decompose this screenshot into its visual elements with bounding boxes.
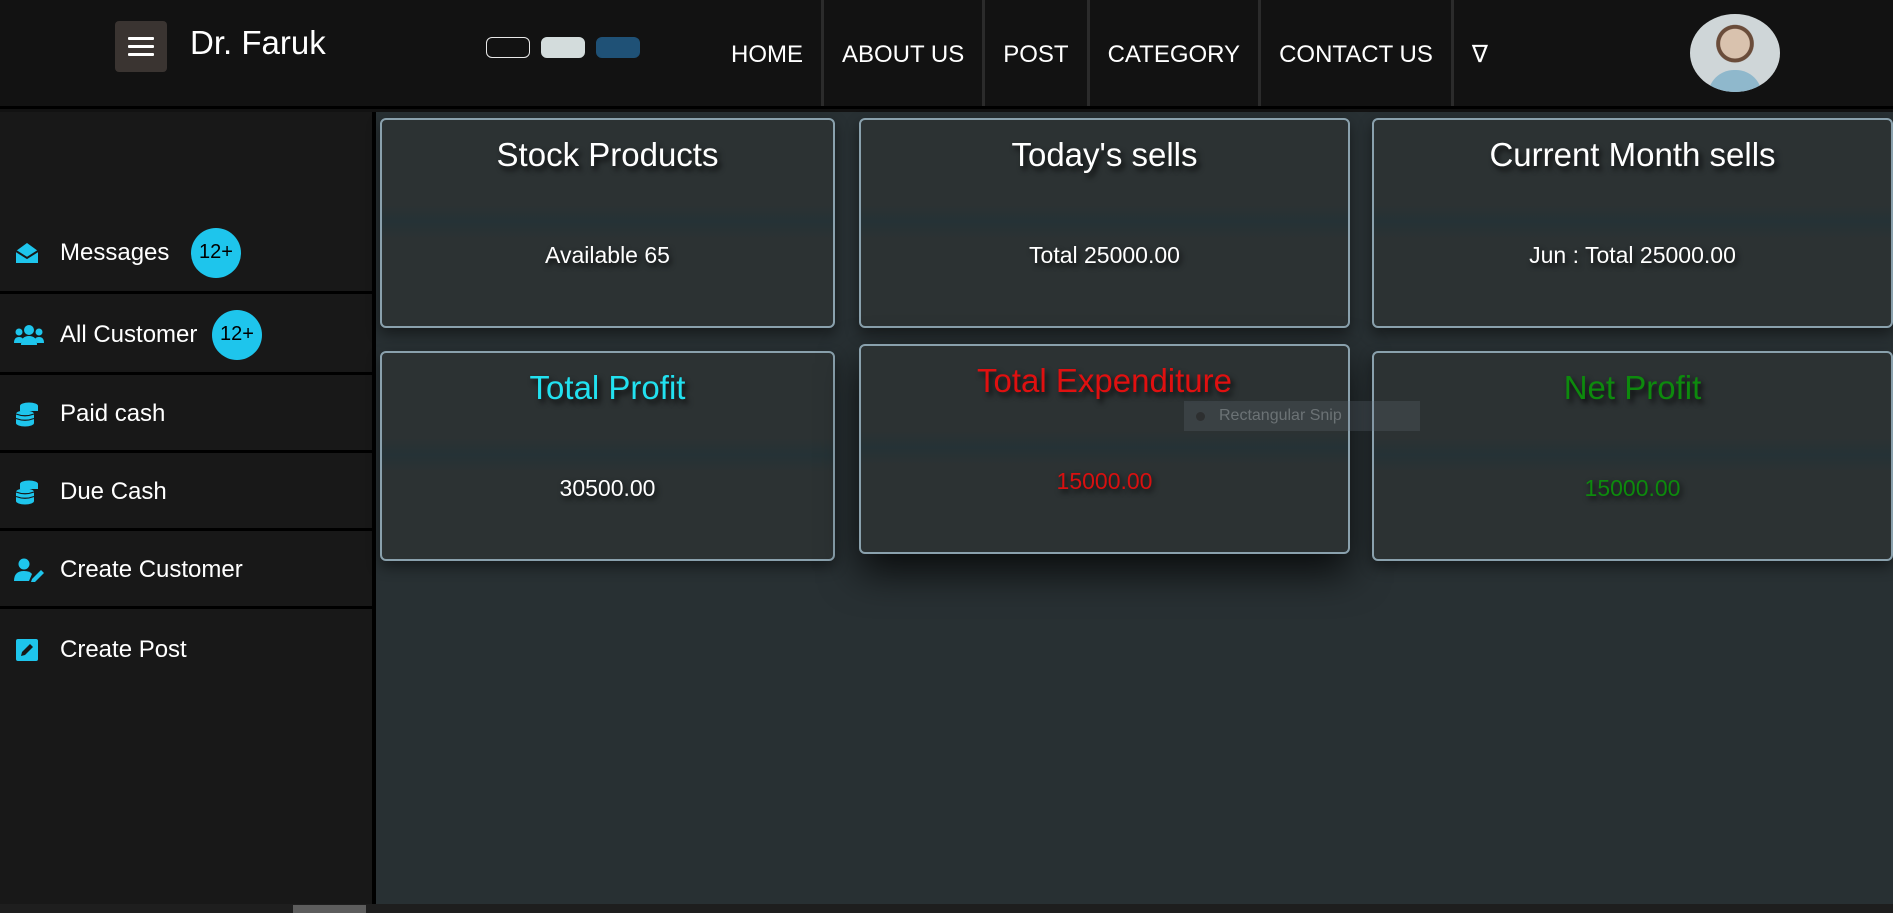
card-title: Total Expenditure (977, 362, 1232, 399)
brand-name[interactable]: Dr. Faruk (190, 24, 326, 62)
envelope-open-icon (14, 240, 40, 266)
coins-icon (14, 401, 40, 427)
nav-about-us[interactable]: ABOUT US (824, 0, 986, 106)
messages-count-badge: 12+ (191, 227, 241, 278)
theme-light-button[interactable] (541, 37, 585, 58)
sidebar-item-due-cash[interactable]: Due Cash (0, 456, 372, 531)
card-value: 15000.00 (1584, 475, 1681, 501)
horizontal-scrollbar[interactable] (0, 904, 1893, 913)
card-title: Net Profit (1563, 369, 1702, 406)
todays-sells-card[interactable]: Today's sells Total 25000.00 (859, 118, 1350, 328)
sidebar-item-label: Paid cash (60, 400, 166, 427)
sidebar-item-label: Create Post (60, 635, 187, 663)
edit-square-icon (14, 637, 40, 663)
nav-dropdown-icon[interactable]: ∇ (1454, 0, 1506, 106)
total-profit-card[interactable]: Total Profit 30500.00 (380, 351, 835, 561)
sidebar-item-create-customer[interactable]: Create Customer (0, 534, 372, 609)
theme-switcher (486, 37, 640, 58)
sidebar-item-messages[interactable]: Messages 12+ (0, 214, 372, 294)
snip-tool-overlay: Rectangular Snip (1184, 401, 1420, 431)
menu-toggle-button[interactable] (115, 21, 167, 72)
net-profit-card[interactable]: Net Profit 15000.00 (1372, 351, 1893, 561)
sidebar: Messages 12+ All Customer 12+ Paid cash … (0, 112, 376, 913)
nav-contact-us[interactable]: CONTACT US (1261, 0, 1454, 106)
card-value: 15000.00 (1056, 468, 1153, 494)
nav-category[interactable]: CATEGORY (1090, 0, 1262, 106)
sidebar-item-label: All Customer (60, 320, 198, 348)
card-value: 30500.00 (559, 475, 656, 501)
users-icon (14, 322, 44, 348)
customers-count-badge: 12+ (212, 309, 262, 360)
coins-icon (14, 479, 40, 505)
sidebar-item-label: Due Cash (60, 478, 167, 505)
total-expenditure-card[interactable]: Total Expenditure 15000.00 (859, 344, 1350, 554)
card-value: Total 25000.00 (1029, 242, 1180, 268)
sidebar-item-label: Create Customer (60, 556, 243, 583)
nav-home[interactable]: HOME (712, 0, 824, 106)
current-month-sells-card[interactable]: Current Month sells Jun : Total 25000.00 (1372, 118, 1893, 328)
card-title: Stock Products (496, 136, 719, 173)
stock-products-card[interactable]: Stock Products Available 65 (380, 118, 835, 328)
theme-dark-button[interactable] (486, 37, 530, 58)
hamburger-icon (128, 32, 154, 61)
top-navbar: Dr. Faruk HOME ABOUT US POST CATEGORY CO… (0, 0, 1893, 109)
snip-label: Rectangular Snip (1219, 407, 1342, 424)
card-value: Available 65 (545, 242, 670, 268)
user-edit-icon (14, 557, 44, 583)
theme-blue-button[interactable] (596, 37, 640, 58)
scrollbar-thumb[interactable] (293, 905, 366, 913)
avatar[interactable] (1690, 14, 1780, 92)
card-title: Current Month sells (1489, 136, 1776, 173)
card-title: Total Profit (529, 369, 686, 406)
record-dot-icon (1196, 411, 1205, 421)
sidebar-item-paid-cash[interactable]: Paid cash (0, 378, 372, 453)
nav-post[interactable]: POST (985, 0, 1090, 106)
sidebar-item-label: Messages (60, 238, 170, 266)
card-title: Today's sells (1011, 136, 1198, 173)
main-nav: HOME ABOUT US POST CATEGORY CONTACT US ∇ (712, 0, 1506, 106)
sidebar-item-create-post[interactable]: Create Post (0, 612, 372, 687)
card-value: Jun : Total 25000.00 (1529, 242, 1736, 268)
sidebar-item-all-customer[interactable]: All Customer 12+ (0, 297, 372, 375)
